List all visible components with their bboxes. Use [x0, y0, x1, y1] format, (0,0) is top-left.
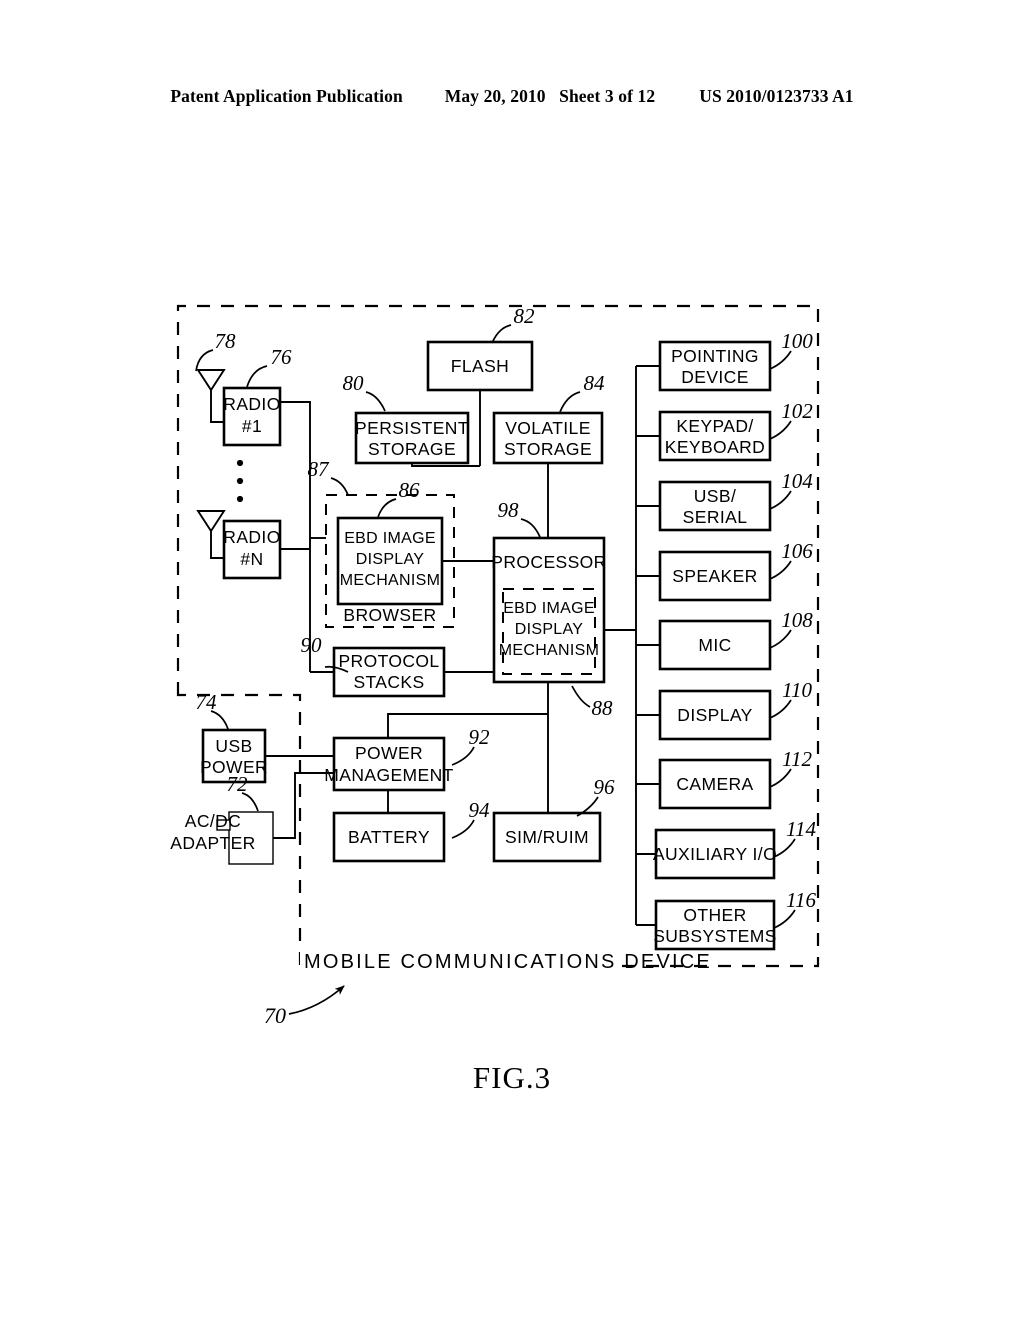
battery-label: BATTERY [348, 827, 430, 847]
ref-96: 96 [594, 775, 616, 799]
ref-84: 84 [584, 371, 606, 395]
radio-n-label-line1: RADIO [223, 527, 280, 547]
figure-3-block-diagram: .bx { fill:#fff; stroke:#000; stroke-wid… [0, 0, 1024, 1320]
ref-70: 70 [264, 1003, 286, 1028]
acdc-adapter-label-line2: ADAPTER [170, 833, 255, 853]
sim-ruim-label: SIM/RUIM [505, 827, 589, 847]
radio-1-label-line2: #1 [242, 416, 262, 436]
persistent-storage-label-line2: STORAGE [368, 439, 456, 459]
peripheral-0-line1: POINTING [671, 346, 759, 366]
ref-92: 92 [469, 725, 491, 749]
peripheral-2-line2: SERIAL [683, 507, 748, 527]
ebd-browser-label-line3: MECHANISM [340, 572, 440, 589]
usb-power-label-line1: USB [215, 736, 252, 756]
ref-98: 98 [498, 498, 520, 522]
figure-caption: FIG.3 [472, 1060, 552, 1095]
persistent-storage-label-line1: PERSISTENT [355, 418, 469, 438]
peripheral-1-line2: KEYBOARD [665, 437, 765, 457]
ref-94: 94 [469, 798, 491, 822]
radio-n-label-line2: #N [240, 549, 263, 569]
peripheral-1-line1: KEYPAD/ [676, 416, 753, 436]
ref-110: 110 [782, 678, 812, 702]
ebd-processor-label-line1: EBD IMAGE [503, 600, 595, 617]
device-label: MOBILE COMMUNICATIONS DEVICE [304, 951, 712, 973]
ref-108: 108 [781, 608, 813, 632]
ref-76: 76 [271, 345, 293, 369]
ref-114: 114 [786, 817, 816, 841]
ebd-processor-label-line2: DISPLAY [515, 621, 584, 638]
power-management-label-line1: POWER [355, 743, 423, 763]
peripheral-8-line1: OTHER [683, 905, 746, 925]
ebd-processor-label-line3: MECHANISM [499, 642, 599, 659]
ref-72: 72 [227, 772, 249, 796]
radio-1-label-line1: RADIO [223, 394, 280, 414]
protocol-stacks-label-line2: STACKS [353, 672, 424, 692]
acdc-adapter-label-line1: AC/DC [185, 811, 241, 831]
peripheral-8-line2: SUBSYSTEMS [653, 926, 777, 946]
peripheral-4-line1: MIC [698, 635, 731, 655]
peripheral-6-line1: CAMERA [676, 774, 753, 794]
peripheral-2-line1: USB/ [694, 486, 736, 506]
peripheral-7-line1: AUXILIARY I/O [653, 844, 777, 864]
ref-80: 80 [343, 371, 365, 395]
processor-label: PROCESSOR [491, 552, 606, 572]
ref-104: 104 [781, 469, 813, 493]
volatile-storage-label-line2: STORAGE [504, 439, 592, 459]
ref-102: 102 [781, 399, 813, 423]
ref-116: 116 [786, 888, 816, 912]
flash-label: FLASH [451, 356, 509, 376]
ref-78: 78 [215, 329, 237, 353]
ref-74: 74 [196, 690, 218, 714]
ref-88: 88 [592, 696, 614, 720]
ref-100: 100 [781, 329, 813, 353]
volatile-storage-label-line1: VOLATILE [505, 418, 591, 438]
browser-label: BROWSER [343, 605, 436, 625]
peripheral-5-line1: DISPLAY [677, 705, 752, 725]
power-management-label-line2: MANAGEMENT [324, 765, 453, 785]
ref-86: 86 [399, 478, 421, 502]
ref-87: 87 [308, 457, 331, 481]
protocol-stacks-label-line1: PROTOCOL [338, 651, 439, 671]
peripheral-0-line2: DEVICE [681, 367, 749, 387]
ebd-browser-label-line2: DISPLAY [356, 551, 425, 568]
ref-90: 90 [301, 633, 323, 657]
peripheral-3-line1: SPEAKER [672, 566, 757, 586]
ebd-browser-label-line1: EBD IMAGE [344, 530, 436, 547]
ref-82: 82 [514, 304, 536, 328]
ref-106: 106 [781, 539, 813, 563]
ref-112: 112 [782, 747, 812, 771]
